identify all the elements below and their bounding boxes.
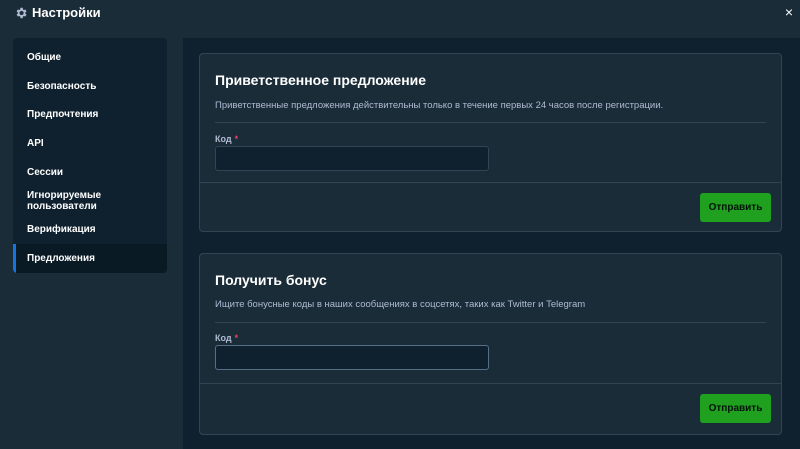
welcome-offer-title: Приветственное предложение [215,72,427,88]
bonus-submit-button[interactable]: Отправить [700,394,771,423]
sidebar-item-verification[interactable]: Верификация [13,215,167,244]
bonus-card: Получить бонус Ищите бонусные коды в наш… [199,253,782,435]
sidebar-item-offers[interactable]: Предложения [13,243,167,273]
offers-panel: Приветственное предложение Приветственны… [183,38,800,449]
required-mark: * [234,134,239,144]
divider [215,322,766,323]
sidebar-item-preferences[interactable]: Предпочтения [13,100,167,129]
sidebar-item-label: Верификация [27,223,96,235]
bonus-title: Получить бонус [215,272,327,288]
gear-icon [16,7,27,19]
sidebar-item-label: Предложения [27,252,95,264]
close-icon[interactable]: × [783,5,795,19]
code-field-label: Код * [215,134,238,144]
window-title: Настройки [32,5,101,20]
sidebar-item-label: Общие [27,51,62,63]
welcome-offer-description: Приветственные предложения действительны… [215,100,664,111]
settings-sidebar: Общие Безопасность Предпочтения API Сесс… [13,38,167,273]
code-field-label: Код * [215,333,238,343]
code-label-text: Код [215,333,232,343]
welcome-code-input[interactable] [215,146,489,171]
sidebar-item-label: Сессии [27,166,64,178]
sidebar-item-ignored-users[interactable]: Игнорируемые пользователи [13,186,167,215]
required-mark: * [234,333,239,343]
sidebar-item-label: Предпочтения [27,109,99,121]
sidebar-item-label: API [27,137,44,149]
sidebar-item-label: Безопасность [27,80,97,92]
sidebar-item-label: Игнорируемые пользователи [27,189,102,212]
card-footer-divider [200,182,781,183]
card-footer-divider [200,383,781,384]
title-bar: Настройки × [0,0,800,30]
divider [215,122,766,123]
welcome-submit-button[interactable]: Отправить [700,193,771,222]
sidebar-item-api[interactable]: API [13,129,167,158]
sidebar-item-security[interactable]: Безопасность [13,72,167,101]
sidebar-item-general[interactable]: Общие [13,43,167,72]
welcome-offer-card: Приветственное предложение Приветственны… [199,53,782,232]
bonus-code-input[interactable] [215,345,489,370]
bonus-description: Ищите бонусные коды в наших сообщениях в… [215,299,586,310]
code-label-text: Код [215,134,232,144]
sidebar-item-sessions[interactable]: Сессии [13,158,167,187]
